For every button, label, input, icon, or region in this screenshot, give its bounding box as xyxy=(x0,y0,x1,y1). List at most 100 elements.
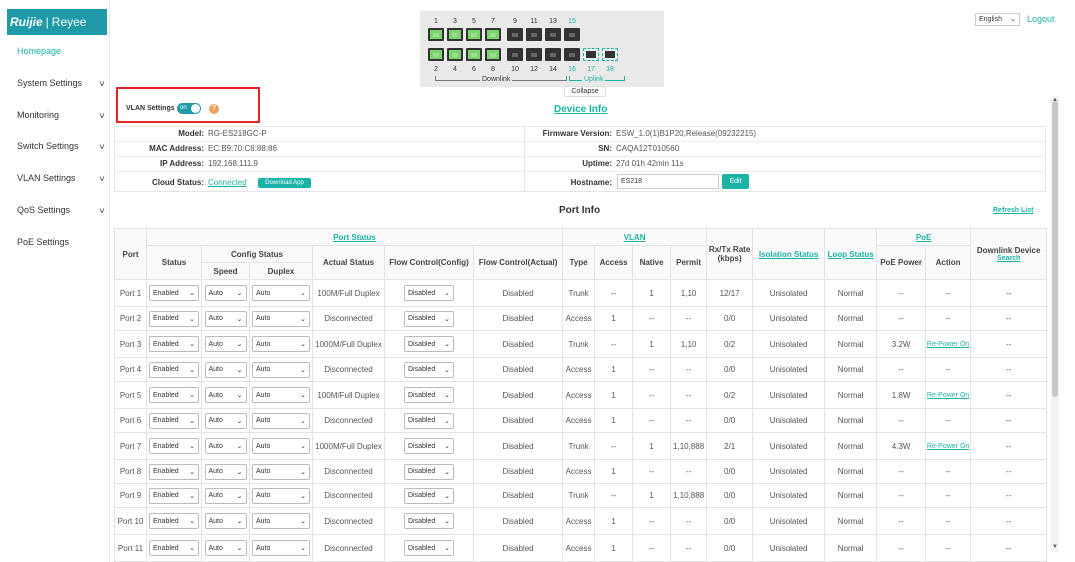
vlan-link[interactable]: VLAN xyxy=(624,233,646,242)
refresh-list-link[interactable]: Refresh List xyxy=(993,207,1033,214)
ethernet-port-icon[interactable] xyxy=(428,48,444,61)
duplex-select[interactable]: Auto ⌄ xyxy=(252,513,310,529)
col-poe[interactable]: PoE xyxy=(876,228,972,246)
scroll-down-icon[interactable]: ▼ xyxy=(1052,544,1058,550)
duplex-select[interactable]: Auto ⌄ xyxy=(252,463,310,480)
language-select[interactable]: English ⌄ xyxy=(975,13,1020,26)
sfp-port-icon[interactable] xyxy=(583,48,599,61)
ethernet-port-icon[interactable] xyxy=(545,48,561,61)
ethernet-port-icon[interactable] xyxy=(507,28,523,41)
download-app-button[interactable]: Download App xyxy=(258,178,311,188)
flow-control-select[interactable]: Disabled ⌄ xyxy=(404,285,454,301)
flow-control-select[interactable]: Disabled ⌄ xyxy=(404,487,454,504)
speed-select[interactable]: Auto ⌄ xyxy=(204,387,247,403)
speed-select[interactable]: Auto ⌄ xyxy=(204,310,247,327)
ethernet-port-icon[interactable] xyxy=(466,28,482,41)
speed-select[interactable]: Auto ⌄ xyxy=(204,361,247,378)
duplex-select[interactable]: Auto ⌄ xyxy=(252,336,310,352)
duplex-select[interactable]: Auto ⌄ xyxy=(252,310,310,327)
help-icon[interactable]: ? xyxy=(209,104,219,114)
speed-select[interactable]: Auto ⌄ xyxy=(204,463,247,480)
ethernet-port-icon[interactable] xyxy=(545,28,561,41)
status-select[interactable]: Enabled ⌄ xyxy=(149,387,199,403)
poe-link[interactable]: PoE xyxy=(916,233,932,242)
re-power-on-link[interactable]: Re-Power On xyxy=(927,392,969,399)
access-cell: 1 xyxy=(594,306,634,331)
duplex-select[interactable]: Auto ⌄ xyxy=(252,361,310,378)
col-loop[interactable]: Loop Status xyxy=(824,228,878,280)
status-select[interactable]: Enabled ⌄ xyxy=(149,463,199,480)
collapse-button[interactable]: Collapse xyxy=(564,86,606,97)
vlan-toggle[interactable]: on xyxy=(177,103,201,114)
search-link[interactable]: Search xyxy=(972,255,1046,262)
flow-control-select[interactable]: Disabled ⌄ xyxy=(404,387,454,403)
cloud-status-link[interactable]: Connected xyxy=(208,178,247,187)
speed-select[interactable]: Auto ⌄ xyxy=(204,285,247,301)
scrollbar-thumb[interactable] xyxy=(1052,101,1058,397)
duplex-select[interactable]: Auto ⌄ xyxy=(252,487,310,504)
duplex-select[interactable]: Auto ⌄ xyxy=(252,285,310,301)
ethernet-port-icon[interactable] xyxy=(526,28,542,41)
ethernet-port-icon[interactable] xyxy=(428,28,444,41)
device-info-title[interactable]: Device Info xyxy=(554,104,607,115)
status-select[interactable]: Enabled ⌄ xyxy=(149,285,199,301)
ethernet-port-icon[interactable] xyxy=(447,48,463,61)
hostname-input[interactable]: ES218 xyxy=(617,174,719,189)
flow-control-select[interactable]: Disabled ⌄ xyxy=(404,513,454,529)
logout-link[interactable]: Logout xyxy=(1027,14,1055,24)
duplex-select[interactable]: Auto ⌄ xyxy=(252,438,310,454)
chevron-down-icon: ⌄ xyxy=(444,392,450,399)
status-select[interactable]: Enabled ⌄ xyxy=(149,513,199,529)
flow-actual-cell: Disabled xyxy=(472,507,564,535)
col-isolation[interactable]: Isolation Status xyxy=(752,228,826,280)
edit-button[interactable]: Edit xyxy=(722,174,749,189)
status-select[interactable]: Enabled ⌄ xyxy=(149,487,199,504)
ethernet-port-icon[interactable] xyxy=(526,48,542,61)
flow-control-select[interactable]: Disabled ⌄ xyxy=(404,361,454,378)
flow-control-select[interactable]: Disabled ⌄ xyxy=(404,336,454,352)
sidebar-item[interactable]: QoS Settings ∨ xyxy=(17,205,106,215)
ethernet-port-icon[interactable] xyxy=(447,28,463,41)
flow-control-select[interactable]: Disabled ⌄ xyxy=(404,310,454,327)
col-port-status[interactable]: Port Status xyxy=(145,228,564,246)
col-vlan[interactable]: VLAN xyxy=(562,228,708,246)
status-select[interactable]: Enabled ⌄ xyxy=(149,310,199,327)
sidebar-item[interactable]: System Settings ∨ xyxy=(17,78,106,88)
status-select[interactable]: Enabled ⌄ xyxy=(149,336,199,352)
duplex-select[interactable]: Auto ⌄ xyxy=(252,412,310,429)
status-select[interactable]: Enabled ⌄ xyxy=(149,361,199,378)
ethernet-port-icon[interactable] xyxy=(466,48,482,61)
sfp-port-icon[interactable] xyxy=(602,48,618,61)
port-status-link[interactable]: Port Status xyxy=(333,233,376,242)
scroll-up-icon[interactable]: ▲ xyxy=(1052,97,1058,103)
status-select[interactable]: Enabled ⌄ xyxy=(149,540,199,556)
ethernet-port-icon[interactable] xyxy=(564,48,580,61)
speed-select[interactable]: Auto ⌄ xyxy=(204,336,247,352)
isolation-link[interactable]: Isolation Status xyxy=(759,250,819,259)
speed-select[interactable]: Auto ⌄ xyxy=(204,540,247,556)
duplex-select[interactable]: Auto ⌄ xyxy=(252,540,310,556)
ethernet-port-icon[interactable] xyxy=(485,28,501,41)
sidebar-item[interactable]: Switch Settings ∨ xyxy=(17,141,106,151)
speed-select[interactable]: Auto ⌄ xyxy=(204,438,247,454)
speed-select[interactable]: Auto ⌄ xyxy=(204,513,247,529)
speed-select[interactable]: Auto ⌄ xyxy=(204,487,247,504)
speed-select[interactable]: Auto ⌄ xyxy=(204,412,247,429)
ethernet-port-icon[interactable] xyxy=(485,48,501,61)
flow-control-select[interactable]: Disabled ⌄ xyxy=(404,438,454,454)
flow-control-select[interactable]: Disabled ⌄ xyxy=(404,463,454,480)
sidebar-item[interactable]: VLAN Settings ∨ xyxy=(17,173,106,183)
loop-link[interactable]: Loop Status xyxy=(828,250,874,259)
re-power-on-link[interactable]: Re-Power On xyxy=(927,443,969,450)
status-select[interactable]: Enabled ⌄ xyxy=(149,438,199,454)
flow-control-select[interactable]: Disabled ⌄ xyxy=(404,412,454,429)
ethernet-port-icon[interactable] xyxy=(507,48,523,61)
sidebar-item[interactable]: Monitoring ∨ xyxy=(17,110,106,120)
flow-control-select[interactable]: Disabled ⌄ xyxy=(404,540,454,556)
duplex-select[interactable]: Auto ⌄ xyxy=(252,387,310,403)
sidebar-item[interactable]: Homepage xyxy=(17,46,105,56)
sidebar-item[interactable]: PoE Settings xyxy=(17,237,105,247)
re-power-on-link[interactable]: Re-Power On xyxy=(927,341,969,348)
status-select[interactable]: Enabled ⌄ xyxy=(149,412,199,429)
ethernet-port-icon[interactable] xyxy=(564,28,580,41)
